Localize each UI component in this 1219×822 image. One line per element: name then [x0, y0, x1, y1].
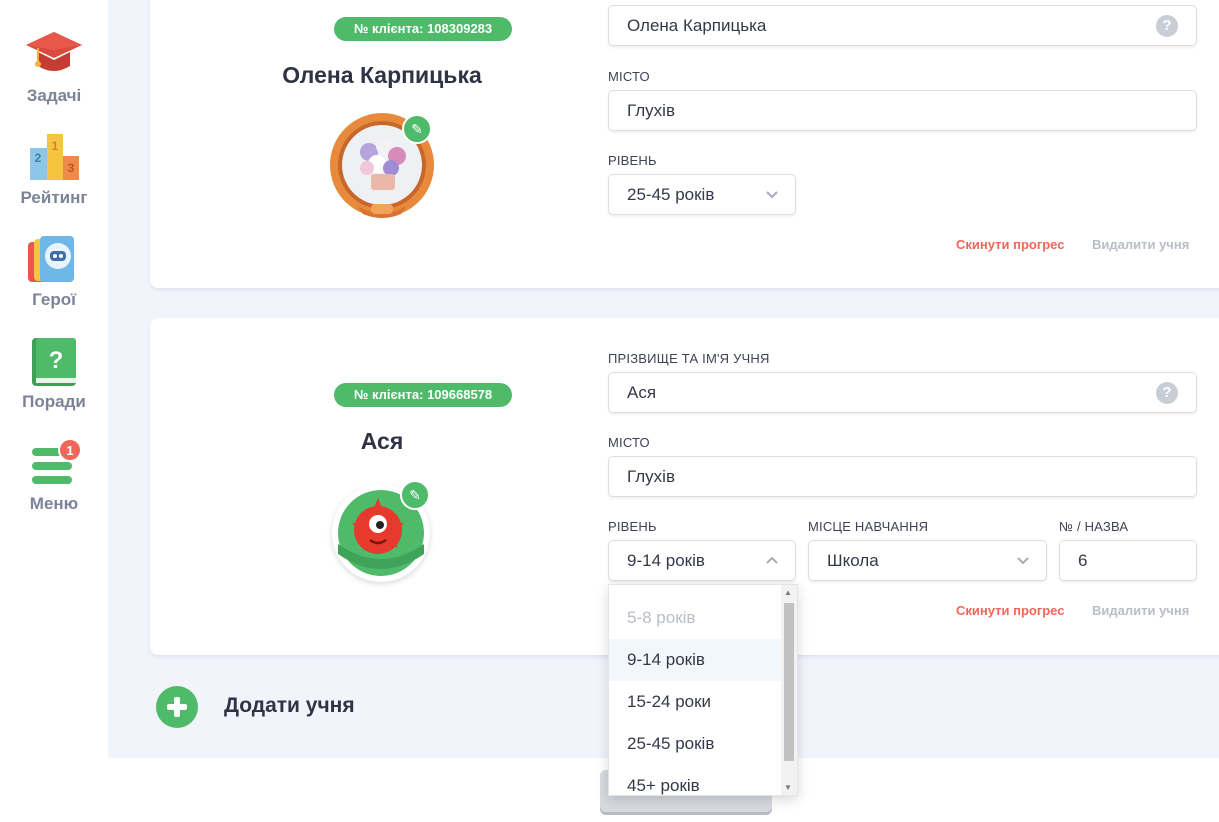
edit-avatar-button[interactable]: ✎ — [400, 480, 430, 510]
dropdown-option-5-8: 5-8 років — [627, 608, 696, 627]
level-select[interactable]: 25-45 років — [608, 174, 796, 215]
plus-circle-icon — [156, 686, 198, 728]
sidebar-item-menu[interactable]: 1 Меню — [0, 436, 108, 514]
help-icon[interactable]: ? — [1156, 382, 1178, 404]
city-value: Глухів — [627, 101, 675, 120]
heroes-cards-icon — [24, 232, 84, 286]
podium-icon: 1 2 3 — [24, 130, 84, 184]
student-name-input[interactable]: Ася ? — [608, 372, 1197, 413]
scroll-down-icon[interactable]: ▼ — [784, 783, 792, 792]
reset-progress-link[interactable]: Скинути прогрес — [956, 237, 1064, 252]
student-name-input[interactable]: Олена Карпицька ? — [608, 5, 1197, 46]
chevron-down-icon — [765, 175, 779, 229]
sidebar-item-label: Герої — [32, 290, 76, 309]
add-student-label: Додати учня — [224, 694, 355, 717]
sidebar-item-tasks[interactable]: Задачі — [0, 28, 108, 106]
pencil-icon: ✎ — [409, 487, 421, 503]
question-book-glyph: ? — [49, 347, 64, 374]
dropdown-option-45-plus[interactable]: 45+ років — [609, 765, 781, 795]
level-label: РІВЕНЬ — [608, 519, 657, 534]
edit-avatar-button[interactable]: ✎ — [402, 114, 432, 144]
podium-first-place-label: 1 — [52, 139, 59, 153]
graduation-cap-icon — [24, 28, 84, 82]
sidebar-item-heroes[interactable]: Герої — [0, 232, 108, 310]
study-place-value: Школа — [827, 551, 879, 570]
student-name-value: Ася — [627, 383, 657, 402]
client-number-badge: № клієнта: 109668578 — [334, 383, 512, 407]
student-card: № клієнта: 108309283 Олена Карпицька ✎ О… — [150, 0, 1219, 288]
sidebar: Задачі 1 2 3 Рейтинг Герої ? Поради 1 Ме… — [0, 0, 108, 822]
student-name-heading: Олена Карпицька — [282, 62, 482, 88]
scroll-up-icon[interactable]: ▲ — [784, 588, 792, 597]
level-value: 25-45 років — [627, 185, 715, 204]
dropdown-option-15-24[interactable]: 15-24 роки — [609, 681, 781, 723]
level-dropdown-list: 5-8 років 9-14 років 15-24 роки 25-45 ро… — [608, 584, 798, 796]
sidebar-item-label: Меню — [29, 494, 79, 513]
level-label: РІВЕНЬ — [608, 153, 657, 168]
class-number-value: 6 — [1078, 551, 1088, 570]
student-name-value: Олена Карпицька — [627, 16, 767, 35]
menu-notification-badge: 1 — [66, 443, 73, 458]
student-name-label: ПРІЗВИЩЕ ТА ІМ'Я УЧНЯ — [608, 351, 770, 366]
class-number-label: № / НАЗВА — [1059, 519, 1129, 534]
dropdown-option-9-14[interactable]: 9-14 років — [609, 639, 781, 681]
study-place-select[interactable]: Школа — [808, 540, 1047, 581]
podium-third-place-label: 3 — [68, 161, 75, 175]
sidebar-item-label: Поради — [22, 392, 86, 411]
sidebar-item-rating[interactable]: 1 2 3 Рейтинг — [0, 130, 108, 208]
sidebar-item-label: Задачі — [26, 86, 82, 105]
reset-progress-link[interactable]: Скинути прогрес — [956, 603, 1064, 618]
study-place-label: МІСЦЕ НАВЧАННЯ — [808, 519, 929, 534]
question-book-icon: ? — [24, 334, 84, 388]
dropdown-scrollbar[interactable]: ▲ ▼ — [781, 585, 797, 795]
city-value: Глухів — [627, 467, 675, 486]
level-select[interactable]: 9-14 років — [608, 540, 796, 581]
city-label: МІСТО — [608, 69, 650, 84]
student-name-heading: Ася — [360, 428, 404, 454]
city-input[interactable]: Глухів — [608, 456, 1197, 497]
client-number-badge: № клієнта: 108309283 — [334, 17, 512, 41]
help-icon[interactable]: ? — [1156, 15, 1178, 37]
scrollbar-thumb[interactable] — [784, 603, 794, 761]
delete-student-link[interactable]: Видалити учня — [1092, 603, 1189, 618]
pencil-icon: ✎ — [411, 121, 423, 137]
sidebar-item-label: Рейтинг — [20, 188, 88, 207]
podium-second-place-label: 2 — [35, 151, 42, 165]
dropdown-option-25-45[interactable]: 25-45 років — [609, 723, 781, 765]
chevron-down-icon — [1016, 541, 1030, 595]
city-label: МІСТО — [608, 435, 650, 450]
city-input[interactable]: Глухів — [608, 90, 1197, 131]
sidebar-item-tips[interactable]: ? Поради — [0, 334, 108, 412]
delete-student-link[interactable]: Видалити учня — [1092, 237, 1189, 252]
hamburger-menu-icon: 1 — [24, 436, 84, 490]
level-value: 9-14 років — [627, 551, 705, 570]
class-number-input[interactable]: 6 — [1059, 540, 1197, 581]
